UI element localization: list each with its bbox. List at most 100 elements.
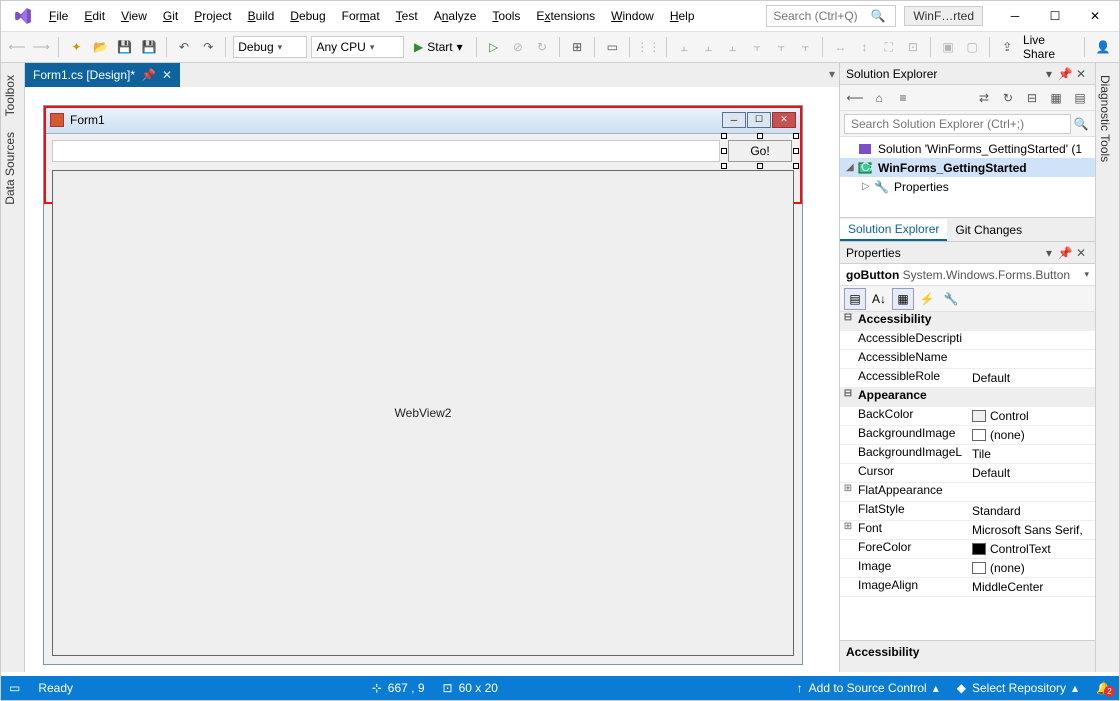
prop-row[interactable]: ⊞FlatAppearance	[840, 483, 1095, 502]
prop-category[interactable]: ⊟Appearance	[840, 388, 1095, 407]
menu-analyze[interactable]: Analyze	[426, 5, 485, 27]
prop-row[interactable]: ⊞FontMicrosoft Sans Serif,	[840, 521, 1095, 540]
property-pages-icon[interactable]: 🔧	[940, 288, 962, 310]
menu-help[interactable]: Help	[662, 5, 703, 27]
selection-handles[interactable]	[724, 136, 796, 166]
properties-grid[interactable]: ⊟AccessibilityAccessibleDescriptiAccessi…	[840, 312, 1095, 640]
quick-search-input[interactable]	[767, 9, 867, 23]
se-home-icon[interactable]: ⌂	[870, 89, 888, 107]
properties-object-combo[interactable]: goButton System.Windows.Forms.Button ▾	[840, 264, 1095, 286]
new-project-icon[interactable]: ✦	[66, 36, 86, 58]
panel-dropdown-icon[interactable]: ▾	[1041, 67, 1057, 81]
tree-node[interactable]: ◢C#WinForms_GettingStarted	[840, 158, 1095, 177]
form-maximize-icon[interactable]: ☐	[747, 112, 771, 128]
se-collapse-icon[interactable]: ⊟	[1023, 89, 1041, 107]
search-icon[interactable]: 🔍	[867, 9, 889, 23]
account-icon[interactable]: 👤	[1093, 36, 1113, 58]
se-search-input[interactable]	[844, 114, 1071, 134]
bring-front-icon[interactable]: ▣	[938, 36, 958, 58]
start-debug-button[interactable]: ▶Start▾	[408, 36, 469, 58]
notifications-icon[interactable]: 🔔2	[1096, 681, 1111, 695]
se-showall-icon[interactable]: ▦	[1047, 89, 1065, 107]
props-dropdown-icon[interactable]: ▾	[1041, 246, 1057, 260]
close-tab-icon[interactable]: ✕	[162, 68, 172, 82]
menu-extensions[interactable]: Extensions	[528, 5, 603, 27]
align-bot-icon[interactable]: ⫟	[795, 36, 815, 58]
prop-row[interactable]: ForeColorControlText	[840, 540, 1095, 559]
prop-row[interactable]: ImageAlignMiddleCenter	[840, 578, 1095, 597]
align-left-icon[interactable]: ⫠	[674, 36, 694, 58]
menu-debug[interactable]: Debug	[282, 5, 333, 27]
menu-git[interactable]: Git	[155, 5, 186, 27]
prop-row[interactable]: AccessibleName	[840, 350, 1095, 369]
stop-icon[interactable]: ⊘	[508, 36, 528, 58]
align-top-icon[interactable]: ⫟	[747, 36, 767, 58]
categorized-icon[interactable]: ▤	[844, 288, 866, 310]
redo-icon[interactable]: ↷	[198, 36, 218, 58]
menu-window[interactable]: Window	[603, 5, 662, 27]
solution-tree[interactable]: Solution 'WinForms_GettingStarted' (1◢C#…	[840, 137, 1095, 217]
se-refresh-icon[interactable]: ↻	[999, 89, 1017, 107]
form-minimize-icon[interactable]: ─	[722, 112, 746, 128]
pin-icon[interactable]: 📌	[141, 68, 156, 82]
panel-close-icon[interactable]: ✕	[1073, 67, 1089, 81]
address-textbox[interactable]	[52, 140, 720, 162]
webview2-control[interactable]: WebView2	[52, 170, 794, 656]
send-back-icon[interactable]: ▢	[962, 36, 982, 58]
tab-git-changes[interactable]: Git Changes	[947, 220, 1030, 240]
window-maximize[interactable]: ☐	[1035, 3, 1075, 29]
menu-edit[interactable]: Edit	[76, 5, 113, 27]
panel-pin-icon[interactable]: 📌	[1057, 67, 1073, 81]
grid-icon[interactable]: ⋮⋮	[637, 36, 659, 58]
menu-format[interactable]: Format	[334, 5, 388, 27]
prop-row[interactable]: CursorDefault	[840, 464, 1095, 483]
prop-row[interactable]: Image(none)	[840, 559, 1095, 578]
prop-row[interactable]: BackgroundImage(none)	[840, 426, 1095, 445]
hspace-icon[interactable]: ↔	[830, 36, 850, 58]
undo-icon[interactable]: ↶	[174, 36, 194, 58]
prop-row[interactable]: AccessibleRoleDefault	[840, 369, 1095, 388]
alphabetical-icon[interactable]: A↓	[868, 288, 890, 310]
props-pin-icon[interactable]: 📌	[1057, 246, 1073, 260]
menu-project[interactable]: Project	[186, 5, 239, 27]
vspace-icon[interactable]: ↕	[854, 36, 874, 58]
menu-file[interactable]: File	[41, 5, 76, 27]
save-icon[interactable]: 💾	[115, 36, 135, 58]
props-close-icon[interactable]: ✕	[1073, 246, 1089, 260]
events-icon[interactable]: ⚡	[916, 288, 938, 310]
diagnostic-tools-tab[interactable]: Diagnostic Tools	[1096, 69, 1114, 168]
nav-back-icon[interactable]: ⟵	[7, 36, 27, 58]
window-minimize[interactable]: ─	[995, 3, 1035, 29]
align-icon[interactable]: ▭	[602, 36, 622, 58]
data-sources-tab[interactable]: Data Sources	[1, 126, 19, 211]
se-switchview-icon[interactable]: ≡	[894, 89, 912, 107]
menu-view[interactable]: View	[113, 5, 155, 27]
properties-page-icon[interactable]: ▦	[892, 288, 914, 310]
menu-build[interactable]: Build	[240, 5, 283, 27]
add-source-control[interactable]: ↑ Add to Source Control ▴	[797, 681, 939, 695]
save-all-icon[interactable]: 💾	[139, 36, 159, 58]
tab-overflow-icon[interactable]: ▾	[829, 67, 835, 81]
se-sync-icon[interactable]: ⇄	[975, 89, 993, 107]
prop-category[interactable]: ⊟Accessibility	[840, 312, 1095, 331]
quick-search[interactable]: 🔍	[766, 5, 896, 27]
size-icon[interactable]: ⛶	[879, 36, 899, 58]
config-combo[interactable]: Debug▾	[233, 36, 307, 58]
form-preview[interactable]: Form1 ─ ☐ ✕ Go! WebView2	[43, 105, 803, 665]
designer-surface[interactable]: Form1 ─ ☐ ✕ Go! WebView2	[25, 87, 839, 672]
platform-combo[interactable]: Any CPU▾	[311, 36, 404, 58]
align-center-icon[interactable]: ⫠	[698, 36, 718, 58]
doc-tab-form1[interactable]: Form1.cs [Design]* 📌 ✕	[25, 63, 180, 87]
tree-node[interactable]: ▷🔧Properties	[840, 177, 1095, 196]
se-back-icon[interactable]: ⟵	[846, 89, 864, 107]
live-share-icon[interactable]: ⇪	[997, 36, 1017, 58]
center-icon[interactable]: ⊡	[903, 36, 923, 58]
select-repository[interactable]: ◆ Select Repository ▴	[957, 681, 1078, 695]
status-mode-icon[interactable]: ▭	[9, 681, 20, 695]
tree-node[interactable]: Solution 'WinForms_GettingStarted' (1	[840, 139, 1095, 158]
nav-fwd-icon[interactable]: ⟶	[31, 36, 51, 58]
layout-icon[interactable]: ⊞	[567, 36, 587, 58]
window-close[interactable]: ✕	[1075, 3, 1115, 29]
align-mid-icon[interactable]: ⫟	[771, 36, 791, 58]
open-icon[interactable]: 📂	[90, 36, 110, 58]
